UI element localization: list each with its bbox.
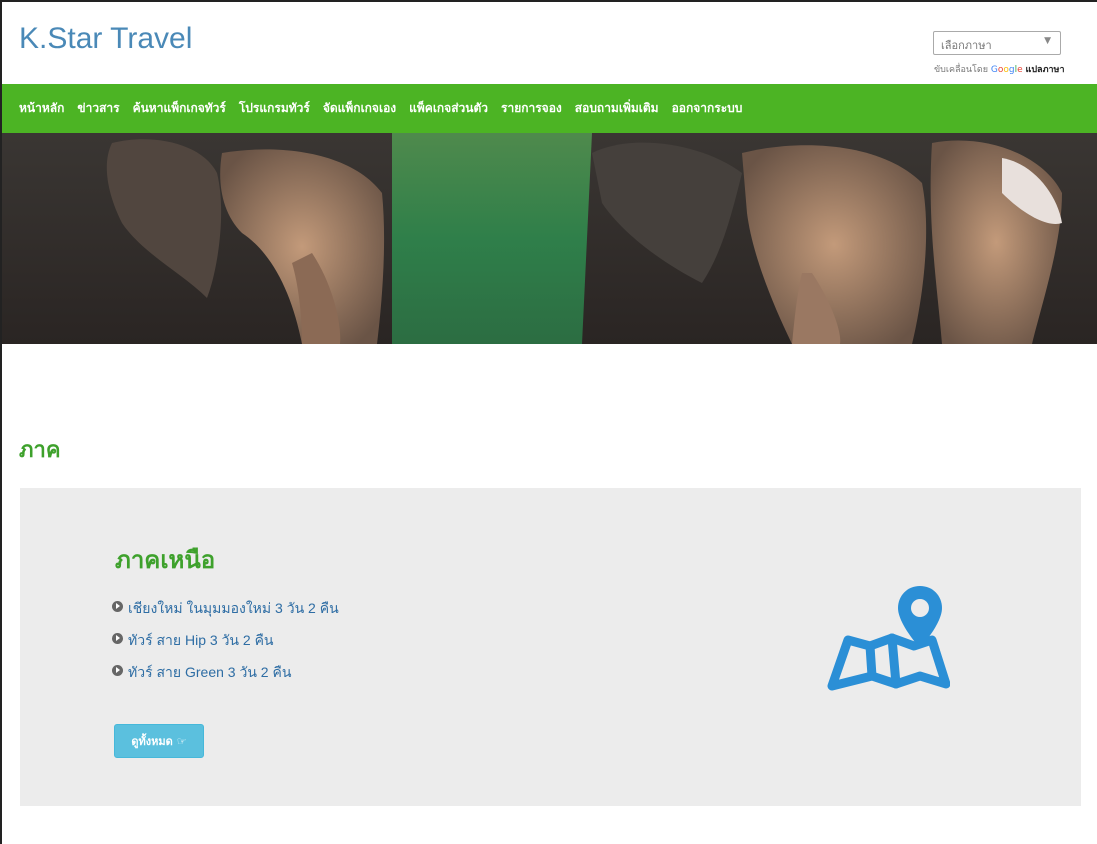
tour-list-item[interactable]: เชียงใหม่ ในมุมมองใหม่ 3 วัน 2 คืน — [112, 598, 339, 630]
hero-banner — [2, 133, 1097, 344]
nav-item-private-package[interactable]: แพ็คเกจส่วนตัว — [409, 99, 488, 118]
map-pin-icon — [827, 586, 950, 691]
language-select[interactable]: เลือกภาษา ▼ — [933, 31, 1061, 55]
nav-item-news[interactable]: ข่าวสาร — [77, 99, 119, 118]
powered-by-label: ขับเคลื่อนโดย — [934, 65, 988, 75]
google-translate-credit: ขับเคลื่อนโดย Google แปลภาษา — [934, 62, 1065, 76]
tour-list-item[interactable]: ทัวร์ สาย Green 3 วัน 2 คืน — [112, 662, 339, 694]
chevron-circle-right-icon — [112, 633, 123, 644]
nav-item-custom-package[interactable]: จัดแพ็กเกจเอง — [323, 99, 396, 118]
tour-link[interactable]: ทัวร์ สาย Hip 3 วัน 2 คืน — [128, 630, 274, 652]
google-logo: Google — [990, 65, 1023, 75]
nav-item-inquiry[interactable]: สอบถามเพิ่มเติม — [575, 99, 659, 118]
dropdown-arrow-icon: ▼ — [1044, 36, 1051, 46]
tour-link[interactable]: ทัวร์ สาย Green 3 วัน 2 คืน — [128, 662, 291, 684]
tour-link[interactable]: เชียงใหม่ ในมุมมองใหม่ 3 วัน 2 คืน — [128, 598, 339, 620]
nav-item-tour-programs[interactable]: โปรแกรมทัวร์ — [239, 99, 310, 118]
region-panel: ภาคเหนือ เชียงใหม่ ในมุมมองใหม่ 3 วัน 2 … — [20, 488, 1081, 806]
language-select-value: เลือกภาษา — [941, 39, 992, 52]
section-title: ภาค — [19, 438, 61, 463]
chevron-circle-right-icon — [112, 601, 123, 612]
nav-item-search-packages[interactable]: ค้นหาแพ็กเกจทัวร์ — [133, 99, 226, 118]
nav-item-bookings[interactable]: รายการจอง — [501, 99, 562, 118]
translate-link[interactable]: แปลภาษา — [1026, 65, 1065, 75]
region-title: ภาคเหนือ — [115, 546, 216, 574]
view-all-button[interactable]: ดูทั้งหมด ☞ — [114, 724, 204, 758]
nav-item-logout[interactable]: ออกจากระบบ — [672, 99, 743, 118]
nav-list: หน้าหลัก ข่าวสาร ค้นหาแพ็กเกจทัวร์ โปรแก… — [2, 84, 1097, 133]
view-all-label: ดูทั้งหมด — [131, 735, 173, 748]
site-header: K.Star Travel เลือกภาษา ▼ ขับเคลื่อนโดย … — [2, 2, 1097, 84]
nav-item-home[interactable]: หน้าหลัก — [19, 99, 64, 118]
tour-list-item[interactable]: ทัวร์ สาย Hip 3 วัน 2 คืน — [112, 630, 339, 662]
tour-list: เชียงใหม่ ในมุมมองใหม่ 3 วัน 2 คืน ทัวร์… — [112, 598, 339, 694]
hand-pointer-right-icon: ☞ — [176, 734, 187, 748]
main-navbar: หน้าหลัก ข่าวสาร ค้นหาแพ็กเกจทัวร์ โปรแก… — [2, 84, 1097, 133]
elephants-banner-image — [2, 133, 1097, 344]
site-brand-link[interactable]: K.Star Travel — [19, 22, 192, 56]
chevron-circle-right-icon — [112, 665, 123, 676]
